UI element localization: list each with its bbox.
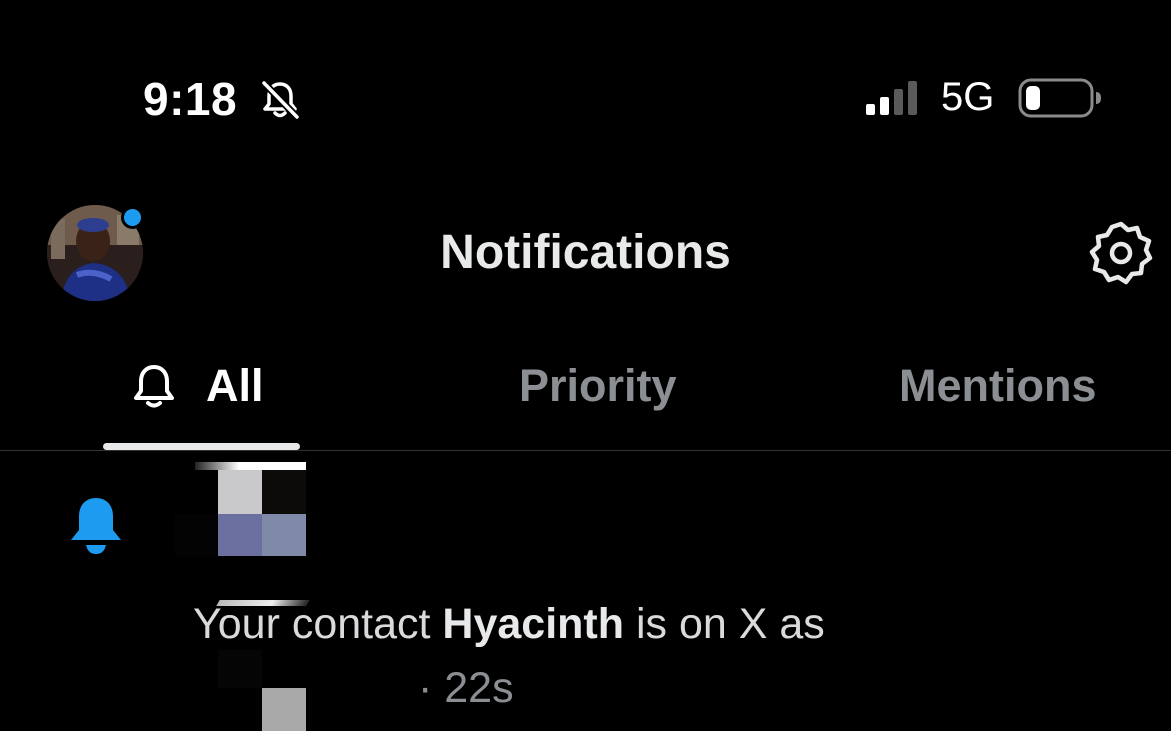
mute-bell-icon	[261, 80, 300, 120]
notification-text-prefix: Your contact	[193, 600, 443, 648]
bell-filled-icon	[71, 498, 121, 554]
active-tab-indicator	[103, 443, 300, 450]
notification-text[interactable]: Your contact Hyacinth is on X as	[193, 600, 825, 649]
contact-name: Hyacinth	[442, 600, 625, 648]
gear-icon[interactable]	[1088, 220, 1154, 286]
tab-mentions-label: Mentions	[899, 360, 1097, 411]
battery-icon	[1018, 78, 1101, 118]
pixelated-block	[262, 688, 306, 731]
tab-mentions[interactable]: Mentions	[899, 356, 1097, 416]
cellular-signal-icon	[866, 81, 917, 115]
bell-outline-icon	[134, 365, 174, 408]
tab-all-label: All	[206, 360, 264, 411]
status-time: 9:18	[143, 73, 238, 125]
page-title: Notifications	[440, 226, 731, 279]
network-type-label: 5G	[941, 75, 995, 119]
pixelated-block	[218, 650, 262, 688]
contact-avatar-pixelated[interactable]	[175, 462, 306, 556]
tab-priority[interactable]: Priority	[519, 356, 677, 416]
notification-text-suffix: is on X as	[624, 600, 825, 648]
tab-all[interactable]: All	[130, 356, 264, 416]
tabs-divider	[0, 450, 1171, 451]
notification-timestamp: · 22s	[418, 664, 514, 712]
tab-priority-label: Priority	[519, 360, 677, 411]
